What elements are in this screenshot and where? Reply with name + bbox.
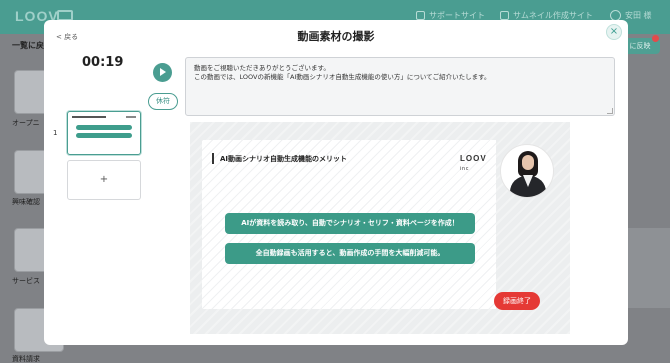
presenter-avatar [500, 144, 554, 198]
section-label: サービス [12, 277, 40, 285]
external-link-icon [500, 11, 509, 20]
stop-recording-button[interactable]: 録画終了 [494, 292, 540, 310]
thumb-title [72, 116, 106, 118]
slide-logo-suffix: inc [460, 166, 470, 172]
slide-logo-text: LOOV [460, 154, 487, 163]
user-name: 安田 様 [625, 11, 652, 20]
slide-canvas: AI動画シナリオ自動生成機能のメリット LOOV inc AIが資料を読み取り、… [202, 140, 496, 309]
slide-thumbnail[interactable] [67, 111, 141, 155]
close-button[interactable]: × [606, 24, 622, 40]
section-label: オープニ [12, 119, 40, 127]
script-textarea[interactable]: 動画をご視聴いただきありがとうございます。 この動画では、LOOVの新機能「AI… [185, 57, 615, 116]
thumb-point [76, 125, 132, 130]
slide-title: AI動画シナリオ自動生成機能のメリット [220, 155, 348, 163]
section-label: 資料請求 [12, 355, 40, 363]
external-link-icon [416, 11, 425, 20]
add-slide-button[interactable]: + [67, 160, 141, 200]
title-accent-bar [212, 153, 214, 164]
side-panel [628, 228, 670, 308]
play-button[interactable] [153, 63, 172, 82]
back-to-list-link[interactable]: 一覧に戻 [12, 40, 44, 51]
thumb-logo [126, 116, 136, 118]
script-line: この動画では、LOOVの新機能「AI動画シナリオ自動生成機能の使い方」についてご… [194, 73, 491, 81]
slide-number: 1 [53, 129, 58, 137]
pause-button[interactable]: 休符 [148, 93, 178, 110]
slide-logo: LOOV inc [460, 154, 496, 172]
slide-point: AIが資料を読み取り、自動でシナリオ・セリフ・資料ページを作成！ [225, 213, 475, 234]
thumb-point [76, 133, 132, 138]
script-line: 動画をご視聴いただきありがとうございます。 [194, 64, 330, 72]
notification-badge [652, 35, 659, 42]
section-label: 興味確認 [12, 198, 40, 206]
resize-handle-icon[interactable] [607, 108, 613, 114]
slide-point: 全自動録画も活用すると、動画作成の手間を大幅削減可能。 [225, 243, 475, 264]
modal-title: 動画素材の撮影 [297, 30, 375, 43]
recording-timer: 00:19 [82, 55, 124, 70]
recording-modal: < 戻る 動画素材の撮影 × 00:19 休符 動画をご視聴いただきありがとうご… [44, 20, 628, 345]
